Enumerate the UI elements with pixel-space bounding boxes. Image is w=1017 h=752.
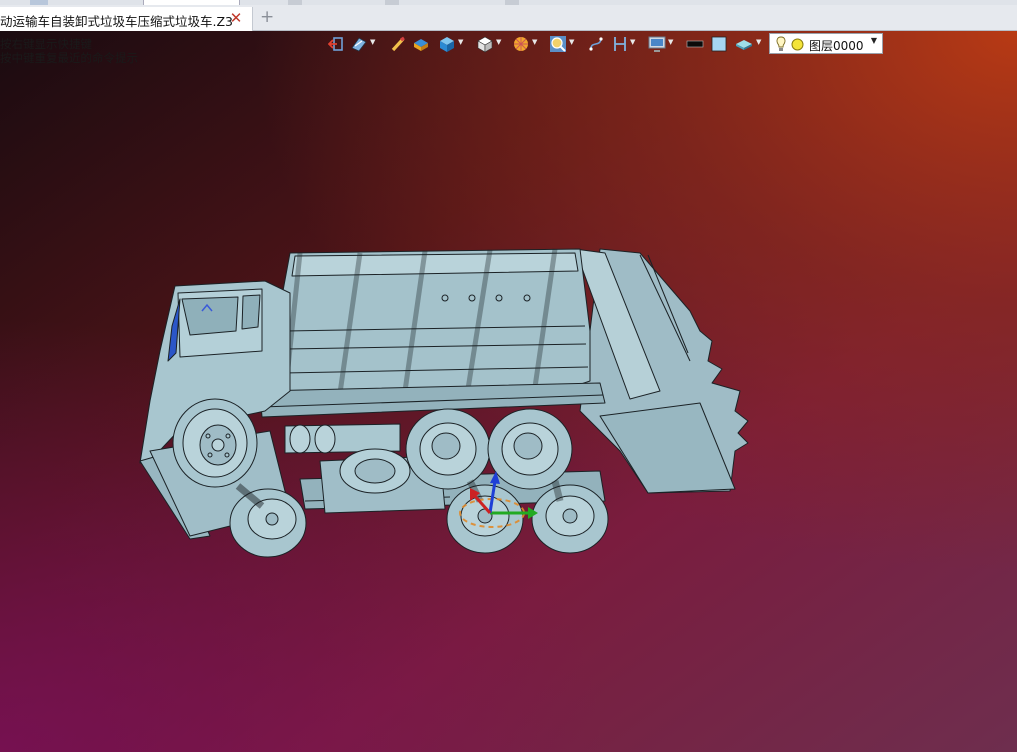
wheel	[531, 484, 609, 554]
wheel	[446, 484, 524, 554]
new-tab-button[interactable]: +	[260, 8, 274, 26]
truck-model[interactable]	[0, 31, 1017, 752]
wheel	[405, 408, 491, 490]
close-icon[interactable]: ✕	[229, 9, 243, 27]
wheel	[487, 408, 573, 490]
spare-tire	[339, 448, 411, 494]
document-tab[interactable]: 动运输车自装卸式垃圾车压缩式垃圾车.Z3 ✕	[0, 7, 253, 31]
3d-viewport[interactable]: 按右键显示快捷键 按中键重复最近的命令提示 ▼ ▼ ▼ ▼ ▼ ▼ ▼ ▼ 图层…	[0, 31, 1017, 752]
wheel	[172, 398, 258, 488]
document-tab-title: 动运输车自装卸式垃圾车压缩式垃圾车.Z3	[0, 14, 233, 29]
wheel	[229, 488, 307, 558]
document-tab-bar: 动运输车自装卸式垃圾车压缩式垃圾车.Z3 ✕ +	[0, 5, 1017, 31]
